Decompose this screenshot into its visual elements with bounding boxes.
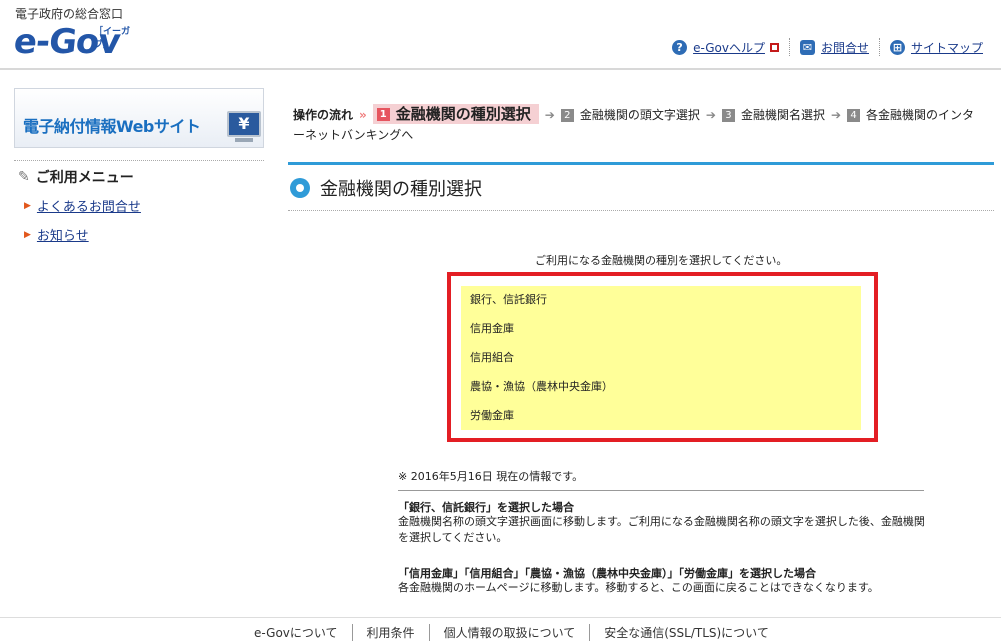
menu-item-faq[interactable]: ▶ よくあるお問合せ: [24, 196, 141, 215]
flow-label: 操作の流れ: [293, 108, 354, 122]
arrow-right-icon: ➔: [830, 108, 842, 122]
choice-shinkin[interactable]: 信用金庫: [470, 320, 514, 336]
notes-divider: [398, 490, 924, 491]
menu-item-faq-label[interactable]: よくあるお問合せ: [37, 196, 141, 215]
circle-bullet-icon: [290, 178, 310, 198]
arrow-right-icon: ➔: [544, 108, 555, 122]
choice-credit-union[interactable]: 信用組合: [470, 349, 514, 365]
note-heading: 「銀行、信託銀行」を選択した場合: [398, 501, 574, 514]
footer-link-terms[interactable]: 利用条件: [351, 624, 429, 641]
pencil-icon: ✎: [18, 169, 30, 185]
menu-heading-label: ご利用メニュー: [35, 170, 134, 186]
help-icon: ?: [672, 39, 688, 55]
page-title: 金融機関の種別選択: [290, 175, 482, 201]
external-window-icon: [769, 42, 779, 52]
footer-link-privacy[interactable]: 個人情報の取扱について: [428, 624, 590, 641]
choice-list: [461, 286, 861, 430]
monitor-stand: [235, 138, 253, 142]
footer-divider: [0, 617, 1001, 618]
contact-link[interactable]: ✉ お問合せ: [788, 38, 879, 56]
flow-step-label: 金融機関名選択: [740, 108, 825, 122]
choice-labour-bank[interactable]: 労働金庫: [470, 407, 514, 423]
sidebar-divider: [14, 160, 264, 161]
note-heading: 「信用金庫」「信用組合」「農協・漁協（農林中央金庫）」「労働金庫」を選択した場合: [398, 567, 816, 580]
step-number: 1: [376, 108, 390, 121]
mail-icon: ✉: [799, 39, 815, 55]
choice-bank-trust[interactable]: 銀行、信託銀行: [470, 291, 547, 307]
menu-item-news[interactable]: ▶ お知らせ: [24, 225, 89, 244]
footer-link-about[interactable]: e-Govについて: [240, 624, 352, 641]
flow-step-current: 1 金融機関の種別選択: [372, 104, 539, 124]
egov-logo[interactable]: e-Gov ［イーガブ］: [12, 20, 134, 64]
step-number: 2: [560, 109, 574, 122]
double-chevron-icon: »: [359, 108, 367, 122]
arrow-right-icon: ▶: [24, 229, 31, 240]
sitemap-link-label[interactable]: サイトマップ: [911, 39, 983, 56]
arrow-right-icon: ➔: [705, 108, 716, 122]
logo-reading: ［イーガブ］: [94, 27, 131, 50]
contact-link-label[interactable]: お問合せ: [821, 39, 869, 56]
yen-monitor-icon: ¥: [227, 111, 261, 137]
title-divider: [288, 210, 994, 211]
header-links: ? e-Govヘルプ ✉ お問合せ ⊞ サイトマップ: [662, 38, 993, 56]
step-number: 4: [847, 109, 861, 122]
flow-step: 2 金融機関の頭文字選択: [560, 108, 700, 122]
operation-flow: 操作の流れ» 1 金融機関の種別選択 ➔ 2 金融機関の頭文字選択 ➔ 3 金融機関名選択 ➔ 4 各…: [293, 104, 983, 145]
menu-item-news-label[interactable]: お知らせ: [37, 225, 89, 244]
as-of-note: ※ 2016年5月16日 現在の情報です。: [398, 470, 584, 483]
sitemap-icon: ⊞: [889, 39, 905, 55]
footer-link-ssl[interactable]: 安全な通信(SSL/TLS)について: [589, 624, 783, 641]
flow-step-label: 金融機関の頭文字選択: [579, 108, 700, 122]
site-header: 電子政府の総合窓口 e-Gov ［イーガブ］ ? e-Govヘルプ ✉ お問合せ…: [0, 0, 1001, 68]
help-link-label[interactable]: e-Govヘルプ: [693, 39, 765, 56]
choice-ja-jf[interactable]: 農協・漁協（農林中央金庫）: [470, 378, 613, 394]
title-accent-bar: [288, 162, 994, 165]
page-title-text: 金融機関の種別選択: [320, 179, 482, 200]
step-number: 3: [721, 109, 735, 122]
instruction-text: ご利用になる金融機関の種別を選択してください。: [535, 254, 788, 267]
footer-links: e-Govについて 利用条件 個人情報の取扱について 安全な通信(SSL/TLS…: [240, 624, 783, 641]
help-link[interactable]: ? e-Govヘルプ: [662, 38, 789, 56]
note-body: 各金融機関のホームページに移動します。移動すると、この画面に戻ることはできなくな…: [398, 581, 879, 594]
banner-title: 電子納付情報Webサイト: [23, 117, 201, 136]
menu-heading: ✎ ご利用メニュー: [18, 167, 134, 187]
note-body: 金融機関名称の頭文字選択画面に移動します。ご利用になる金融機関名称の頭文字を選択…: [398, 515, 925, 544]
sitemap-link[interactable]: ⊞ サイトマップ: [878, 38, 993, 56]
epayment-banner[interactable]: 電子納付情報Webサイト ¥: [14, 88, 264, 148]
header-divider: [0, 68, 1001, 70]
flow-step-current-label: 金融機関の種別選択: [395, 105, 531, 123]
arrow-right-icon: ▶: [24, 200, 31, 211]
flow-step: 3 金融機関名選択: [721, 108, 825, 122]
